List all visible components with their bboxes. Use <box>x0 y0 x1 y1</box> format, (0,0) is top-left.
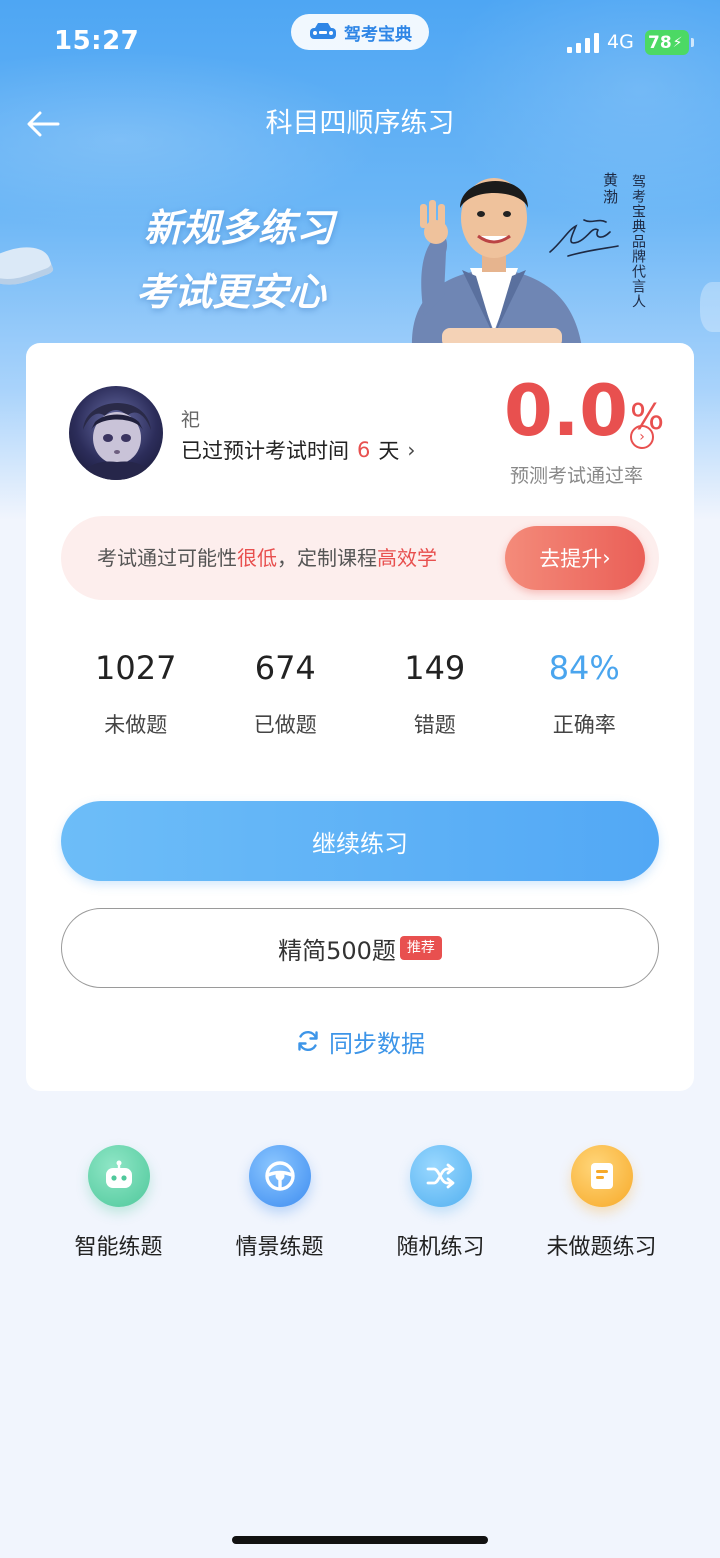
upgrade-banner[interactable]: 考试通过可能性很低，定制课程高效学 去提升 › <box>61 516 659 600</box>
exam-days: 6 <box>357 438 371 462</box>
steering-wheel-icon <box>248 1145 311 1207</box>
stat-value: 84% <box>548 649 620 687</box>
feature-label: 随机练习 <box>396 1235 485 1260</box>
banner-slogan[interactable]: 新规多练习 考试更安心 <box>136 196 334 324</box>
stat-value: 149 <box>404 649 466 687</box>
spokesperson-title: 驾考宝典品牌代言人 <box>630 174 646 309</box>
exam-prefix: 已过预计考试时间 <box>181 439 349 463</box>
battery-indicator: 78 ⚡ <box>645 30 694 55</box>
feature-label: 情景练题 <box>235 1235 324 1260</box>
stat-answered[interactable]: 674 已做题 <box>211 643 361 753</box>
pass-rate-value: 0.0 <box>504 370 629 452</box>
signal-icon <box>567 33 599 53</box>
improve-button-label: 去提升 <box>539 547 603 571</box>
upgrade-text-part1: 考试通过可能性 <box>97 546 237 570</box>
chevron-right-icon: › <box>407 438 416 462</box>
sync-data-button[interactable]: 同步数据 <box>26 1021 694 1061</box>
signature-image <box>549 219 619 257</box>
feature-label: 未做题练习 <box>546 1235 657 1260</box>
avatar-image <box>79 402 155 480</box>
exam-unit: 天 <box>378 439 400 463</box>
stat-value: 674 <box>254 649 316 687</box>
feature-random-practice[interactable]: 随机练习 <box>360 1145 521 1261</box>
feature-row: 智能练题 情景练题 随机练习 未做题练习 <box>38 1145 682 1261</box>
network-type: 4G <box>607 31 634 53</box>
charging-icon: ⚡ <box>672 34 683 51</box>
stat-accuracy[interactable]: 84% 正确率 <box>510 643 660 753</box>
feature-unanswered-practice[interactable]: 未做题练习 <box>521 1145 682 1261</box>
stat-unanswered[interactable]: 1027 未做题 <box>61 643 211 753</box>
stats-row: 1027 未做题 674 已做题 149 错题 84% 正确率 <box>61 643 659 753</box>
simplified-500-label: 精简500题 <box>278 936 396 965</box>
decoration-shape <box>700 282 720 332</box>
simplified-500-button[interactable]: 精简500题 推荐 <box>61 908 659 988</box>
app-brand-pill[interactable]: 驾考宝典 <box>291 14 429 50</box>
improve-button[interactable]: 去提升 › <box>505 526 645 590</box>
feature-scenario-practice[interactable]: 情景练题 <box>199 1145 360 1261</box>
home-indicator[interactable] <box>232 1536 488 1544</box>
document-icon <box>570 1145 633 1207</box>
shuffle-icon <box>409 1145 472 1207</box>
spokesperson-name: 黄渤 <box>601 172 619 206</box>
status-bar: 15:27 驾考宝典 4G 78 ⚡ <box>0 0 720 86</box>
exam-date-link[interactable]: 已过预计考试时间 6 天 › <box>181 435 415 465</box>
upgrade-text: 考试通过可能性很低，定制课程高效学 <box>97 516 437 600</box>
pass-rate-label: 预测考试通过率 <box>510 465 644 487</box>
practice-summary-card: 祀 已过预计考试时间 6 天 › 0.0 % › 预测考试通过率 考试通过可能性… <box>26 343 694 1091</box>
stat-label: 错题 <box>413 713 456 737</box>
continue-practice-button[interactable]: 继续练习 <box>61 801 659 881</box>
page-title: 科目四顺序练习 <box>265 108 455 139</box>
recommend-badge: 推荐 <box>399 936 442 960</box>
battery-level: 78 <box>648 32 672 53</box>
feature-label: 智能练题 <box>74 1235 163 1260</box>
chevron-right-icon: › <box>602 546 611 570</box>
robot-icon <box>87 1145 150 1207</box>
status-time: 15:27 <box>54 26 140 56</box>
stat-label: 正确率 <box>552 713 616 737</box>
sync-data-label: 同步数据 <box>329 1029 425 1058</box>
stat-label: 未做题 <box>104 713 168 737</box>
avatar[interactable] <box>69 386 163 480</box>
stat-wrong[interactable]: 149 错题 <box>360 643 510 753</box>
car-icon <box>310 23 336 39</box>
stat-label: 已做题 <box>253 713 317 737</box>
chevron-circle-icon[interactable]: › <box>630 425 654 449</box>
slogan-line-1: 新规多练习 <box>144 206 335 250</box>
upgrade-text-part2: ，定制课程 <box>277 546 377 570</box>
sync-icon <box>298 1030 318 1052</box>
username: 祀 <box>181 409 201 431</box>
stat-value: 1027 <box>95 649 177 687</box>
upgrade-text-highlight2: 高效学 <box>377 546 437 570</box>
app-brand-name: 驾考宝典 <box>344 24 412 45</box>
upgrade-text-highlight1: 很低 <box>237 546 277 570</box>
feature-smart-practice[interactable]: 智能练题 <box>38 1145 199 1261</box>
slogan-line-2: 考试更安心 <box>136 270 327 314</box>
